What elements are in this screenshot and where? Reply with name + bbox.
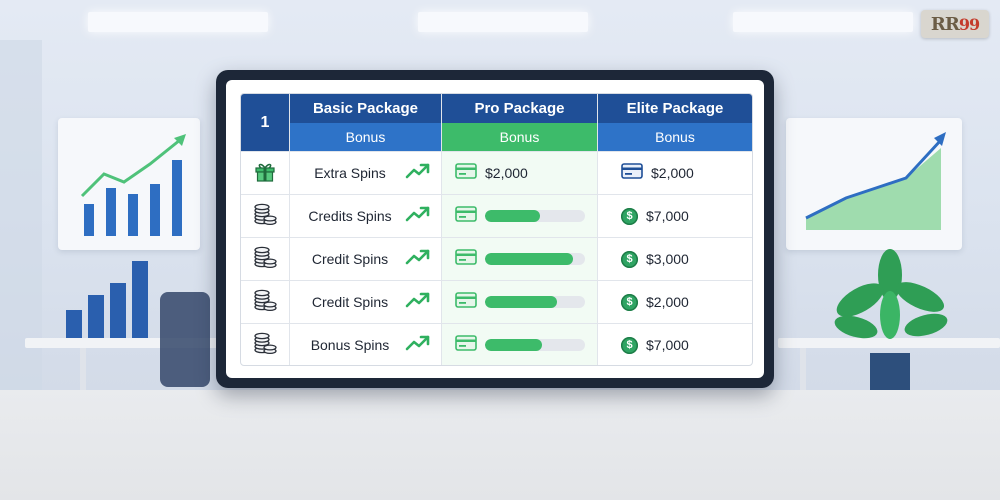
- brand-logo: RR 99: [921, 10, 989, 38]
- card-icon: [455, 205, 477, 227]
- bar-chart-decor: [66, 261, 148, 338]
- pro-bonus-progress-fill: [485, 296, 557, 308]
- elite-bonus-cell: $ $3,000: [597, 238, 752, 280]
- row-icon-cell: [241, 195, 289, 237]
- wall-chart-frame-left: [58, 118, 200, 250]
- column-divider: [289, 94, 290, 365]
- card-icon: [455, 248, 477, 270]
- credit-card-icon: [621, 162, 643, 184]
- ceiling-light: [733, 12, 913, 32]
- elite-bonus-cell: $2,000: [597, 152, 752, 194]
- office-chair: [160, 292, 210, 387]
- wall-chart-frame-right: [786, 118, 962, 250]
- ceiling-light: [88, 12, 268, 32]
- elite-bonus-amount: $2,000: [651, 165, 694, 181]
- coins-icon: [252, 244, 278, 275]
- dollar-coin-icon: $: [621, 336, 638, 354]
- monitor: 1 Basic Package Pro Package Elite Packag…: [216, 70, 774, 388]
- table-row: Credit Spins $ $2,000: [241, 280, 752, 323]
- coins-icon: [252, 287, 278, 318]
- pro-bonus-cell: $2,000: [441, 152, 597, 194]
- row-label: Credit Spins: [311, 294, 389, 310]
- elite-bonus-cell: $ $7,000: [597, 324, 752, 365]
- desk-leg: [80, 348, 86, 390]
- row-label-cell: Extra Spins: [289, 152, 441, 194]
- trend-up-icon: [405, 291, 431, 314]
- floor: [0, 390, 1000, 500]
- pro-bonus-progress-bar: [485, 296, 585, 308]
- pro-bonus-cell: [441, 238, 597, 280]
- coins-icon: [252, 201, 278, 232]
- pro-bonus-cell: [441, 324, 597, 365]
- row-label: Credits Spins: [308, 208, 392, 224]
- trend-up-icon: [405, 162, 431, 185]
- row-label-cell: Credit Spins: [289, 281, 441, 323]
- subheader-basic-bonus: Bonus: [289, 123, 441, 151]
- pro-bonus-cell: [441, 195, 597, 237]
- pro-bonus-cell: [441, 281, 597, 323]
- dollar-coin-icon: $: [621, 293, 638, 311]
- column-divider: [441, 94, 442, 365]
- card-icon: [455, 291, 477, 313]
- dollar-coin-icon: $: [621, 207, 638, 225]
- row-label-cell: Credit Spins: [289, 238, 441, 280]
- area-growth-illustration: [805, 132, 946, 230]
- pro-bonus-progress-fill: [485, 339, 542, 351]
- row-label: Extra Spins: [314, 165, 386, 181]
- row-icon-cell: [241, 238, 289, 280]
- pro-bonus-progress-bar: [485, 339, 585, 351]
- trend-up-icon: [405, 334, 431, 357]
- monitor-screen: 1 Basic Package Pro Package Elite Packag…: [226, 80, 764, 378]
- elite-bonus-amount: $7,000: [646, 337, 689, 353]
- package-comparison-table: 1 Basic Package Pro Package Elite Packag…: [240, 93, 753, 366]
- pro-bonus-progress-bar: [485, 210, 585, 222]
- gift-icon: [253, 159, 277, 188]
- elite-bonus-amount: $7,000: [646, 208, 689, 224]
- trend-up-icon: [405, 205, 431, 228]
- row-label-cell: Bonus Spins: [289, 324, 441, 365]
- elite-bonus-amount: $2,000: [646, 294, 689, 310]
- desk-leg: [800, 348, 806, 390]
- card-icon: [455, 334, 477, 356]
- bar-growth-illustration: [80, 134, 186, 236]
- pro-bonus-progress-bar: [485, 253, 585, 265]
- coins-icon: [252, 330, 278, 361]
- table-row: Credits Spins $ $7,000: [241, 194, 752, 237]
- pro-bonus-progress-fill: [485, 253, 573, 265]
- header-pro-package[interactable]: Pro Package: [441, 94, 597, 123]
- header-elite-package[interactable]: Elite Package: [597, 94, 752, 123]
- subheader-pro-bonus: Bonus: [441, 123, 597, 151]
- row-label: Bonus Spins: [310, 337, 390, 353]
- elite-bonus-cell: $ $2,000: [597, 281, 752, 323]
- elite-bonus-cell: $ $7,000: [597, 195, 752, 237]
- trend-up-icon: [405, 248, 431, 271]
- table-row: Bonus Spins $ $7,000: [241, 323, 752, 365]
- dollar-coin-icon: $: [621, 250, 638, 268]
- elite-bonus-amount: $3,000: [646, 251, 689, 267]
- pro-bonus-amount: $2,000: [485, 165, 528, 181]
- table-corner-number: 1: [241, 94, 289, 151]
- row-icon-cell: [241, 152, 289, 194]
- column-divider: [597, 94, 598, 365]
- table-row: Extra Spins $2,000 $2,000: [241, 151, 752, 194]
- ceiling-light: [418, 12, 588, 32]
- potted-plant: [834, 249, 948, 390]
- row-label: Credit Spins: [311, 251, 389, 267]
- header-basic-package[interactable]: Basic Package: [289, 94, 441, 123]
- subheader-elite-bonus: Bonus: [597, 123, 752, 151]
- row-label-cell: Credits Spins: [289, 195, 441, 237]
- row-icon-cell: [241, 324, 289, 365]
- pro-bonus-progress-fill: [485, 210, 540, 222]
- card-icon: [455, 162, 477, 184]
- table-row: Credit Spins $ $3,000: [241, 237, 752, 280]
- row-icon-cell: [241, 281, 289, 323]
